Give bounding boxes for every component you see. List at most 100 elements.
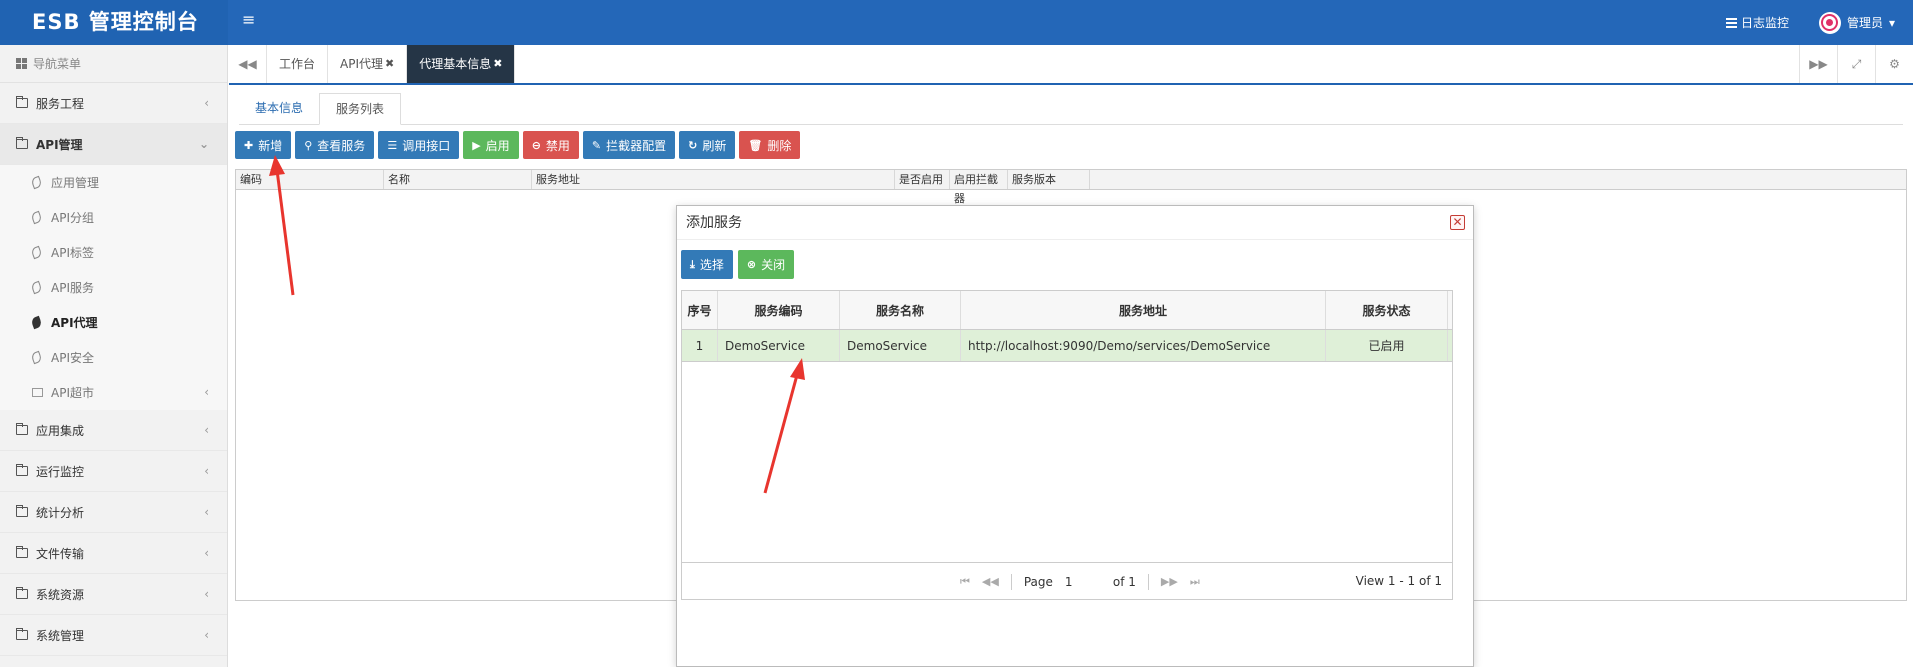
- gear-icon[interactable]: ⚙: [1875, 45, 1913, 83]
- user-menu[interactable]: 管理员 ▾: [1818, 11, 1895, 34]
- next-page-icon[interactable]: ▶▶: [1161, 575, 1178, 588]
- search-icon: ⚲: [304, 138, 313, 152]
- sidebar-subitem-label: API服务: [51, 281, 94, 295]
- scroll-left-icon[interactable]: ◀◀: [229, 45, 267, 83]
- row-index: 1: [682, 330, 718, 361]
- select-button[interactable]: ⤓ 选择: [681, 250, 733, 279]
- column-header[interactable]: 是否启用: [895, 170, 950, 189]
- chevron-left-icon: ‹: [204, 505, 209, 519]
- chevron-left-icon: ‹: [204, 464, 209, 478]
- pager: ⏮ ◀◀ Page of 1 ▶▶ ⏭ View 1 - 1 of 1: [682, 562, 1452, 599]
- fullscreen-icon[interactable]: ⤢: [1837, 45, 1875, 83]
- first-page-icon[interactable]: ⏮: [960, 575, 970, 589]
- leaf-icon: [30, 280, 43, 295]
- sidebar-subitem-api-security[interactable]: API安全: [0, 340, 227, 375]
- tab-bar: ◀◀ 工作台 API代理 ✖ 代理基本信息 ✖ ▶▶ ⤢ ⚙: [229, 45, 1913, 85]
- log-monitor-link[interactable]: 日志监控: [1725, 14, 1789, 31]
- call-api-button[interactable]: ☰ 调用接口: [378, 131, 460, 159]
- leaf-icon: [30, 350, 43, 365]
- subtab-basic-info[interactable]: 基本信息: [239, 93, 319, 124]
- leaf-icon: [30, 175, 43, 190]
- tab-workbench[interactable]: 工作台: [267, 45, 329, 83]
- edit-icon: ✎: [591, 138, 602, 152]
- add-label: 新增: [258, 138, 283, 153]
- column-header[interactable]: 名称: [384, 170, 532, 189]
- tab-api-proxy[interactable]: API代理 ✖: [328, 45, 408, 83]
- column-header[interactable]: 服务版本: [1008, 170, 1090, 189]
- close-label: 关闭: [761, 258, 786, 272]
- grid-icon: [16, 58, 27, 69]
- folder-icon: [16, 137, 28, 149]
- sidebar-subitem-api-proxy[interactable]: API代理: [0, 305, 227, 340]
- sidebar-subitem-app-management[interactable]: 应用管理: [0, 165, 227, 200]
- enable-button[interactable]: ▶ 启用: [463, 131, 519, 159]
- plus-icon: ✚: [244, 138, 254, 152]
- sidebar-item-api-management[interactable]: API管理 ⌄: [0, 124, 227, 165]
- close-circle-icon: ⊗: [746, 258, 757, 271]
- sidebar: 导航菜单 服务工程 ‹ API管理 ⌄ 应用管理 API分组 API标签 API…: [0, 45, 228, 667]
- column-header[interactable]: 编码: [236, 170, 384, 189]
- sidebar-subitem-api-service[interactable]: API服务: [0, 270, 227, 305]
- close-button[interactable]: ⊗ 关闭: [737, 250, 795, 279]
- column-header[interactable]: 服务名称: [840, 291, 961, 329]
- service-status-cell: 已启用: [1326, 330, 1448, 361]
- sidebar-item-file-transfer[interactable]: 文件传输 ‹: [0, 533, 227, 574]
- column-header[interactable]: 服务地址: [961, 291, 1326, 329]
- chevron-left-icon: ‹: [204, 96, 209, 110]
- sidebar-subitem-api-tag[interactable]: API标签: [0, 235, 227, 270]
- sidebar-item-app-integration[interactable]: 应用集成 ‹: [0, 410, 227, 451]
- sidebar-subitem-api-group[interactable]: API分组: [0, 200, 227, 235]
- view-service-button[interactable]: ⚲ 查看服务: [295, 131, 375, 159]
- avatar: [1818, 11, 1841, 34]
- sidebar-subitem-api-market[interactable]: API超市 ‹: [0, 375, 227, 410]
- select-label: 选择: [699, 258, 724, 272]
- folder-icon: [32, 388, 43, 397]
- download-icon: ⤓: [690, 257, 695, 271]
- refresh-button[interactable]: ↻ 刷新: [679, 131, 736, 159]
- sidebar-item-statistics[interactable]: 统计分析 ‹: [0, 492, 227, 533]
- sidebar-item-service-project[interactable]: 服务工程 ‹: [0, 83, 227, 124]
- header-right: 日志监控 管理员 ▾: [1725, 0, 1913, 45]
- menu-toggle-icon[interactable]: ≡: [242, 10, 260, 32]
- sidebar-item-label: 服务工程: [36, 96, 85, 111]
- log-monitor-label: 日志监控: [1740, 16, 1789, 30]
- subtab-service-list[interactable]: 服务列表: [319, 93, 402, 125]
- delete-button[interactable]: 🗑 删除: [739, 131, 801, 159]
- add-button[interactable]: ✚ 新增: [235, 131, 292, 159]
- sidebar-item-runtime-monitor[interactable]: 运行监控 ‹: [0, 451, 227, 492]
- folder-icon: [16, 423, 28, 435]
- grid-header: 编码 名称 服务地址 是否启用 启用拦截器 服务版本: [236, 170, 1906, 205]
- table-row[interactable]: 1 DemoService DemoService http://localho…: [682, 330, 1452, 362]
- close-icon[interactable]: ✖: [385, 45, 394, 83]
- sidebar-item-system-resources[interactable]: 系统资源 ‹: [0, 574, 227, 615]
- last-page-icon[interactable]: ⏭: [1190, 575, 1200, 589]
- close-icon[interactable]: ✖: [493, 45, 502, 83]
- tab-proxy-basic-info[interactable]: 代理基本信息 ✖: [407, 45, 516, 83]
- sidebar-heading-label: 导航菜单: [33, 56, 82, 71]
- folder-icon: [16, 96, 28, 108]
- column-header[interactable]: 服务编码: [718, 291, 840, 329]
- column-header[interactable]: 序号: [682, 291, 718, 329]
- column-header[interactable]: 服务状态: [1326, 291, 1448, 329]
- prev-page-icon[interactable]: ◀◀: [982, 575, 999, 588]
- folder-icon: [16, 505, 28, 517]
- sidebar-subitem-label: API代理: [51, 316, 98, 330]
- column-header[interactable]: 启用拦截器: [950, 170, 1008, 205]
- close-icon[interactable]: ✕: [1450, 215, 1465, 230]
- page-input[interactable]: [1064, 572, 1101, 591]
- tab-list: 工作台 API代理 ✖ 代理基本信息 ✖: [267, 45, 516, 83]
- sidebar-heading: 导航菜单: [0, 45, 227, 83]
- tab-label: 工作台: [279, 57, 316, 71]
- sidebar-item-system-management[interactable]: 系统管理 ‹: [0, 615, 227, 656]
- service-url-cell: http://localhost:9090/Demo/services/Demo…: [961, 330, 1326, 361]
- scroll-right-icon[interactable]: ▶▶: [1799, 45, 1837, 83]
- sidebar-item-label: 运行监控: [36, 464, 85, 479]
- pager-nav: ⏮ ◀◀ Page of 1 ▶▶ ⏭: [960, 563, 1200, 600]
- disable-button[interactable]: ⊖ 禁用: [522, 131, 579, 159]
- avatar-pin-icon: [1823, 16, 1837, 29]
- column-header[interactable]: 服务地址: [532, 170, 895, 189]
- chevron-left-icon: ‹: [204, 423, 209, 437]
- interceptor-config-button[interactable]: ✎ 拦截器配置: [582, 131, 676, 159]
- minus-circle-icon: ⊖: [531, 138, 541, 152]
- delete-label: 删除: [767, 138, 792, 153]
